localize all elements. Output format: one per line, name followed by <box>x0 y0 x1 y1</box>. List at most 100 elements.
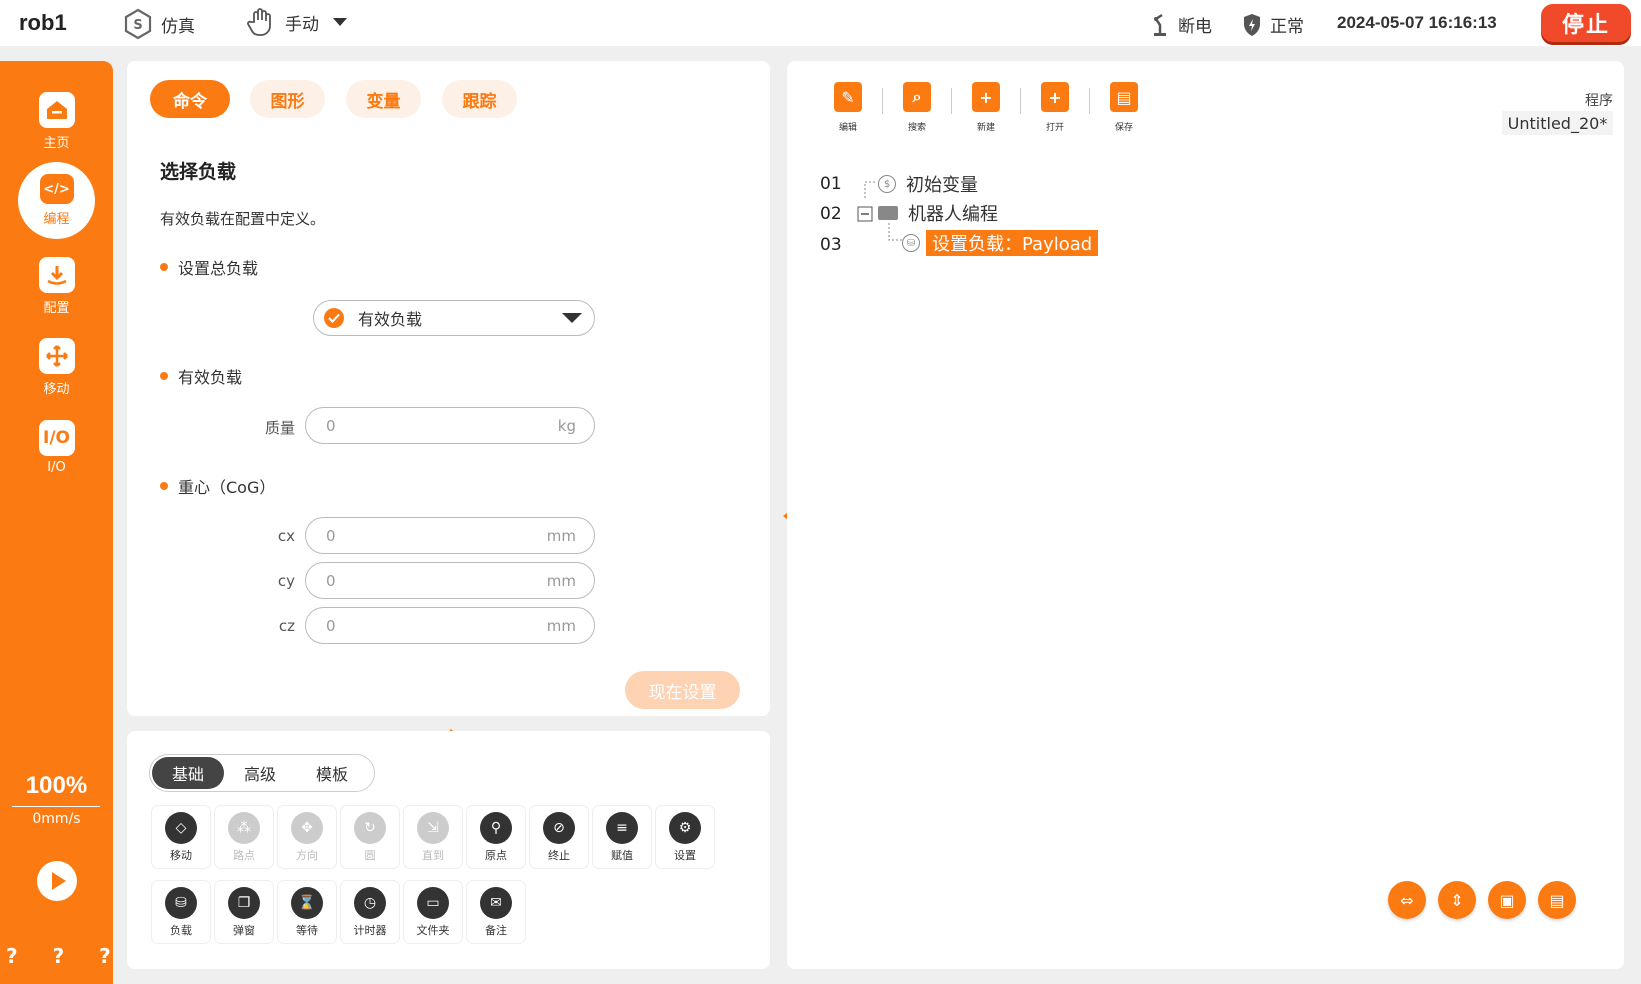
library-button[interactable]: ⁂ 路点 <box>215 806 273 868</box>
library-row-2: ⛁ 负载 ❐ 弹窗 ⌛ 等待 ◷ 计时器 ▭ 文件夹 ✉ 备注 <box>152 881 525 943</box>
library-button-label: 移动 <box>170 849 192 862</box>
stop-icon: ⊘ <box>543 812 575 844</box>
library-button[interactable]: ≡ 赋值 <box>593 806 651 868</box>
mass-unit: kg <box>557 416 576 435</box>
move-cmd-icon: ◇ <box>165 812 197 844</box>
sim-mode-button[interactable]: S 仿真 <box>123 8 195 40</box>
library-button-label: 备注 <box>485 924 507 937</box>
line-number: 03 <box>820 235 842 255</box>
program-name[interactable]: Untitled_20* <box>1502 111 1613 135</box>
description: 有效负载在配置中定义。 <box>160 210 326 228</box>
new-file-icon: + <box>972 82 1000 112</box>
tree-node-init-vars[interactable]: $ 初始变量 <box>878 171 978 197</box>
tab-command[interactable]: 命令 <box>150 80 230 118</box>
folder-icon: ▭ <box>417 887 449 919</box>
node-label: 机器人编程 <box>908 204 998 225</box>
library-button-label: 终止 <box>548 849 570 862</box>
mass-input[interactable]: 0 kg <box>305 407 595 444</box>
section-total-payload: 设置总负载 <box>160 255 258 279</box>
robot-name: rob1 <box>19 10 67 35</box>
robot-arm-icon <box>1154 13 1166 36</box>
variable-icon: $ <box>878 175 896 193</box>
library-button[interactable]: ✉ 备注 <box>467 881 525 943</box>
apply-now-button[interactable]: 现在设置 <box>625 671 740 709</box>
line-number: 01 <box>820 174 842 194</box>
stop-button[interactable]: 停止 <box>1541 4 1631 42</box>
edit-tool-label: 编辑 <box>838 123 857 133</box>
library-button-label: 直到 <box>422 849 444 862</box>
segment-advanced[interactable]: 高级 <box>224 757 296 789</box>
payload-icon: ⛁ <box>165 887 197 919</box>
cx-input[interactable]: 0 mm <box>305 517 595 554</box>
cz-input[interactable]: 0 mm <box>305 607 595 644</box>
search-tool-label: 搜索 <box>907 123 926 133</box>
library-button[interactable]: ◇ 移动 <box>152 806 210 868</box>
cz-label: cz <box>278 617 295 635</box>
library-button-label: 负载 <box>170 924 192 937</box>
open-tool-label: 打开 <box>1045 123 1064 133</box>
library-button[interactable]: ⛁ 负载 <box>152 881 210 943</box>
library-button[interactable]: ▭ 文件夹 <box>404 881 462 943</box>
play-button[interactable] <box>37 861 77 901</box>
sidebar-item-move[interactable]: 移动 <box>0 338 113 397</box>
library-button[interactable]: ⚲ 原点 <box>467 806 525 868</box>
library-button-label: 文件夹 <box>416 924 450 937</box>
tree-node-set-payload[interactable]: ⛁ 设置负载：Payload <box>902 230 1099 256</box>
library-button[interactable]: ✥ 方向 <box>278 806 336 868</box>
cy-value: 0 <box>326 571 336 590</box>
library-button[interactable]: ⇲ 直到 <box>404 806 462 868</box>
library-button-label: 等待 <box>296 924 318 937</box>
status-label: 正常 <box>1270 17 1304 37</box>
shield-icon <box>1244 13 1260 36</box>
fit-view-icon[interactable]: ▣ <box>1488 881 1526 919</box>
comment-icon: ✉ <box>480 887 512 919</box>
circle-icon: ↻ <box>354 812 386 844</box>
save-tool[interactable]: ▤ 保存 <box>1099 82 1149 133</box>
tab-variables[interactable]: 变量 <box>346 80 421 118</box>
manual-label: 手动 <box>285 14 319 35</box>
library-button-label: 原点 <box>485 849 507 862</box>
sidebar-label-io: I/O <box>47 460 66 475</box>
edit-tool[interactable]: ✎ 编辑 <box>823 82 873 133</box>
sidebar-item-io[interactable]: I/O I/O <box>0 420 113 475</box>
sidebar-item-home[interactable]: 主页 <box>0 92 113 151</box>
tab-trace[interactable]: 跟踪 <box>442 80 517 118</box>
segment-basic[interactable]: 基础 <box>152 757 224 789</box>
expand-horizontal-icon[interactable]: ⇔ <box>1388 881 1426 919</box>
cy-input[interactable]: 0 mm <box>305 562 595 599</box>
tab-graphics[interactable]: 图形 <box>250 80 325 118</box>
manual-mode-dropdown[interactable]: 手动 <box>245 6 347 38</box>
open-tool[interactable]: + 打开 <box>1030 82 1080 133</box>
library-button[interactable]: ⊘ 终止 <box>530 806 588 868</box>
cx-unit: mm <box>546 526 576 545</box>
library-button[interactable]: ❐ 弹窗 <box>215 881 273 943</box>
payload-select[interactable]: 有效负载 <box>313 300 595 336</box>
save-icon: ▤ <box>1110 82 1138 112</box>
toolbar-divider <box>951 88 952 114</box>
library-button-label: 计时器 <box>353 924 387 937</box>
terminal-icon[interactable]: ▤ <box>1538 881 1576 919</box>
hourglass-icon: ⌛ <box>291 887 323 919</box>
tree-node-robot-program[interactable]: 机器人编程 <box>878 200 998 226</box>
cx-value: 0 <box>326 526 336 545</box>
section-payload: 有效负载 <box>160 364 242 388</box>
segment-template[interactable]: 模板 <box>296 757 368 789</box>
payload-select-value: 有效负载 <box>358 310 423 329</box>
search-tool[interactable]: ⌕ 搜索 <box>892 82 942 133</box>
library-button-label: 设置 <box>674 849 696 862</box>
library-button[interactable]: ◷ 计时器 <box>341 881 399 943</box>
direction-icon: ✥ <box>291 812 323 844</box>
new-tool[interactable]: + 新建 <box>961 82 1011 133</box>
library-button[interactable]: ↻ 圆 <box>341 806 399 868</box>
io-icon: I/O <box>38 420 75 456</box>
sidebar-item-config[interactable]: 配置 <box>0 257 113 316</box>
sidebar-item-programming[interactable]: </> 编程 <box>18 162 95 239</box>
library-button[interactable]: ⚙ 设置 <box>656 806 714 868</box>
library-button[interactable]: ⌛ 等待 <box>278 881 336 943</box>
home-icon <box>38 92 75 128</box>
download-icon <box>38 257 75 293</box>
speed-percent[interactable]: 100% <box>0 772 113 800</box>
section-cog: 重心（CoG） <box>160 474 275 498</box>
expand-vertical-icon[interactable]: ⇕ <box>1438 881 1476 919</box>
svg-text:S: S <box>133 18 142 33</box>
